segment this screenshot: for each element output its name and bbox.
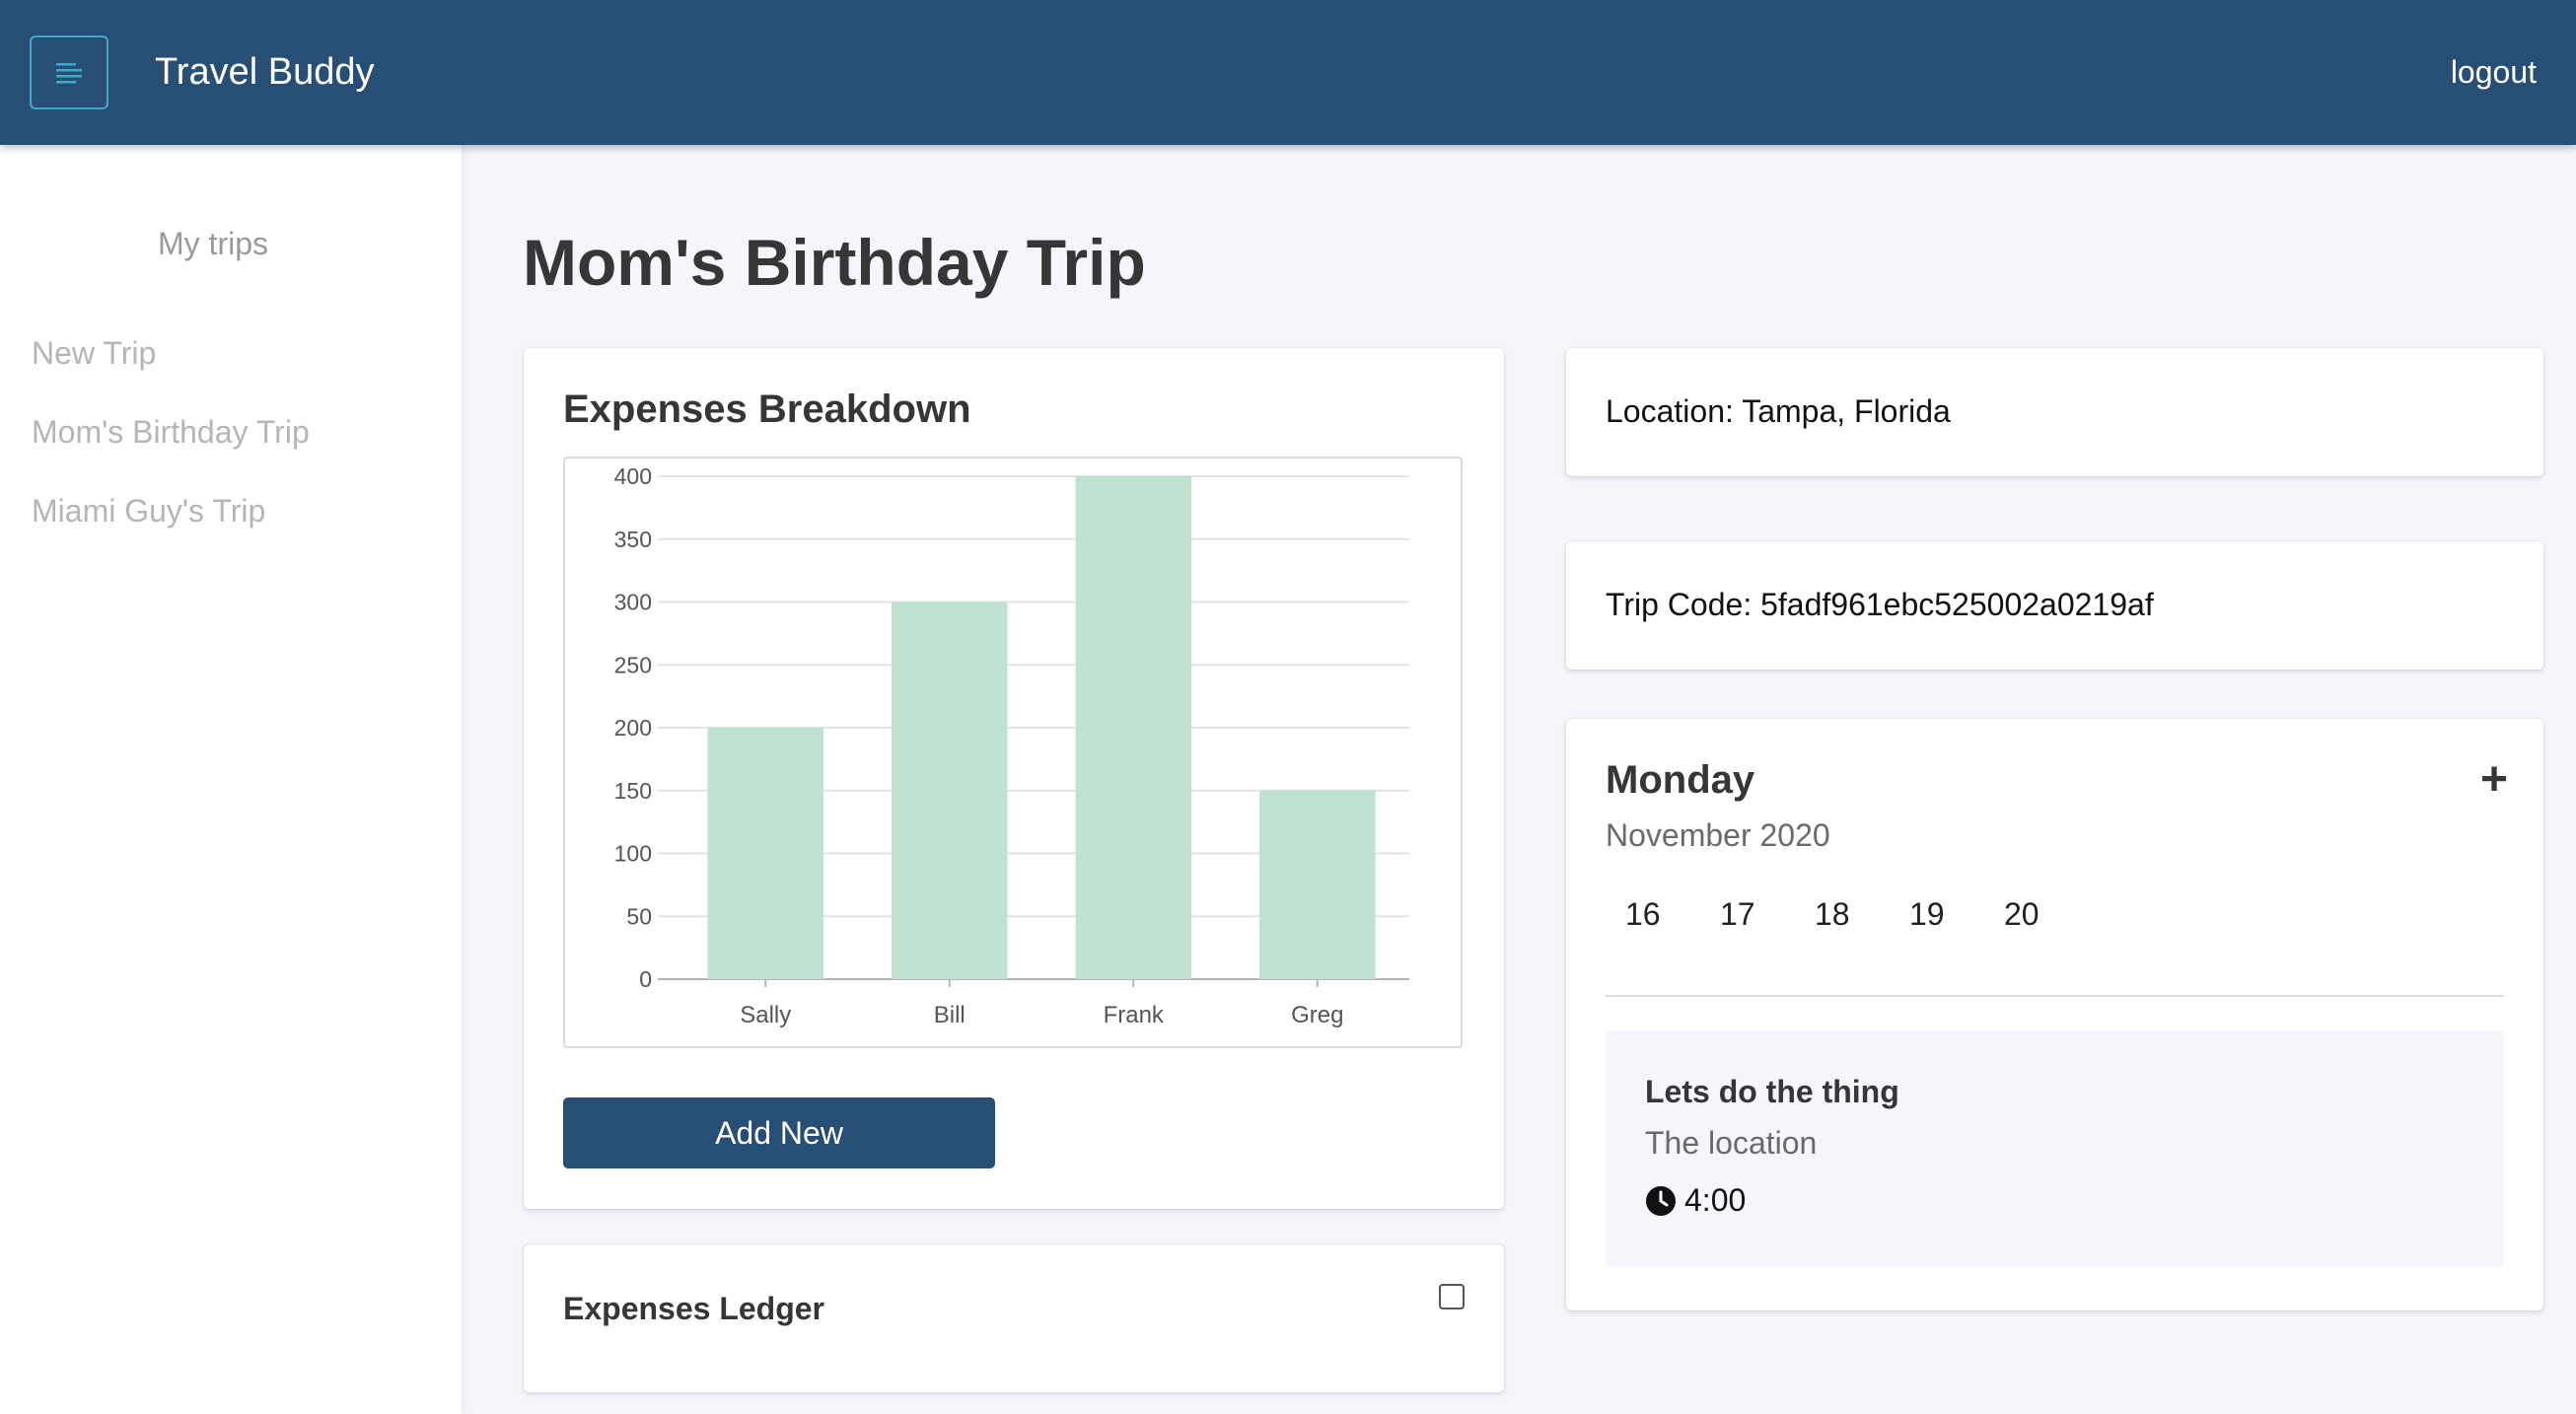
- y-tick-label: 0: [639, 966, 652, 992]
- add-event-plus-icon[interactable]: +: [2480, 756, 2508, 804]
- menu-icon: [56, 62, 82, 83]
- calendar-divider: [1606, 995, 2504, 997]
- date-19[interactable]: 19: [1909, 896, 2004, 933]
- bar-sally: [707, 728, 823, 979]
- date-17[interactable]: 17: [1720, 896, 1815, 933]
- y-tick-label: 200: [614, 715, 652, 741]
- menu-button[interactable]: [30, 35, 108, 109]
- date-strip: 16 17 18 19 20: [1625, 896, 2099, 933]
- calendar-card: Monday + November 2020 16 17 18 19 20 Le…: [1566, 719, 2543, 1310]
- trip-code-card: Trip Code: 5fadf961ebc525002a0219af: [1566, 541, 2543, 670]
- location-card: Location: Tampa, Florida: [1566, 348, 2543, 476]
- logout-link[interactable]: logout: [2451, 51, 2537, 93]
- bar-frank: [1075, 476, 1191, 979]
- event-card[interactable]: Lets do the thing The location 4:00: [1606, 1030, 2504, 1267]
- app-title[interactable]: Travel Buddy: [155, 47, 374, 97]
- day-title: Monday: [1606, 758, 1755, 802]
- y-tick-label: 150: [614, 778, 652, 804]
- clock-icon: [1646, 1185, 1676, 1216]
- month-year: November 2020: [1606, 817, 1830, 853]
- event-location: The location: [1645, 1125, 1818, 1161]
- expenses-ledger-card: Expenses Ledger: [524, 1244, 1504, 1392]
- event-time: 4:00: [1645, 1182, 1746, 1219]
- y-tick-label: 50: [626, 903, 652, 929]
- x-tick-label: Bill: [934, 1002, 966, 1028]
- sidebar-item-new-trip[interactable]: New Trip: [32, 335, 156, 372]
- y-tick-label: 350: [614, 527, 652, 552]
- event-title: Lets do the thing: [1645, 1074, 1899, 1109]
- date-16[interactable]: 16: [1625, 896, 1720, 933]
- ledger-checkbox[interactable]: [1439, 1284, 1465, 1309]
- y-tick-label: 400: [614, 463, 652, 489]
- top-navbar: Travel Buddy logout: [0, 0, 2576, 145]
- expenses-chart: 0 50 100 150 200 250 300 350 400 Sally Bill Frank Gr…: [563, 457, 1463, 1048]
- bar-greg: [1259, 790, 1376, 979]
- expenses-breakdown-card: Expenses Breakdown 0 50 100 150 200 250 300 350…: [524, 348, 1504, 1209]
- location-text: Location: Tampa, Florida: [1606, 393, 1951, 429]
- sidebar-item-miami-guys-trip[interactable]: Miami Guy's Trip: [32, 493, 265, 530]
- x-tick-label: Greg: [1291, 1002, 1343, 1028]
- bar-bill: [892, 601, 1008, 979]
- y-tick-label: 100: [614, 841, 652, 867]
- sidebar: My trips New Trip Mom's Birthday Trip Mi…: [0, 145, 462, 1414]
- date-18[interactable]: 18: [1815, 896, 1909, 933]
- expenses-ledger-title: Expenses Ledger: [563, 1291, 824, 1326]
- expenses-bar-chart: 0 50 100 150 200 250 300 350 400 Sally Bill Frank Gr…: [614, 463, 1409, 1028]
- date-20[interactable]: 20: [2004, 896, 2099, 933]
- sidebar-heading: My trips: [158, 226, 268, 261]
- sidebar-item-moms-birthday-trip[interactable]: Mom's Birthday Trip: [32, 414, 310, 451]
- trip-code-text: Trip Code: 5fadf961ebc525002a0219af: [1606, 587, 2154, 622]
- add-new-expense-button[interactable]: Add New: [563, 1097, 995, 1168]
- x-tick-label: Sally: [740, 1002, 791, 1028]
- y-tick-label: 300: [614, 590, 652, 615]
- event-time-text: 4:00: [1684, 1182, 1747, 1218]
- x-tick-label: Frank: [1104, 1002, 1165, 1028]
- page-title: Mom's Birthday Trip: [523, 226, 1146, 299]
- expenses-breakdown-title: Expenses Breakdown: [563, 388, 971, 431]
- y-tick-label: 250: [614, 652, 652, 677]
